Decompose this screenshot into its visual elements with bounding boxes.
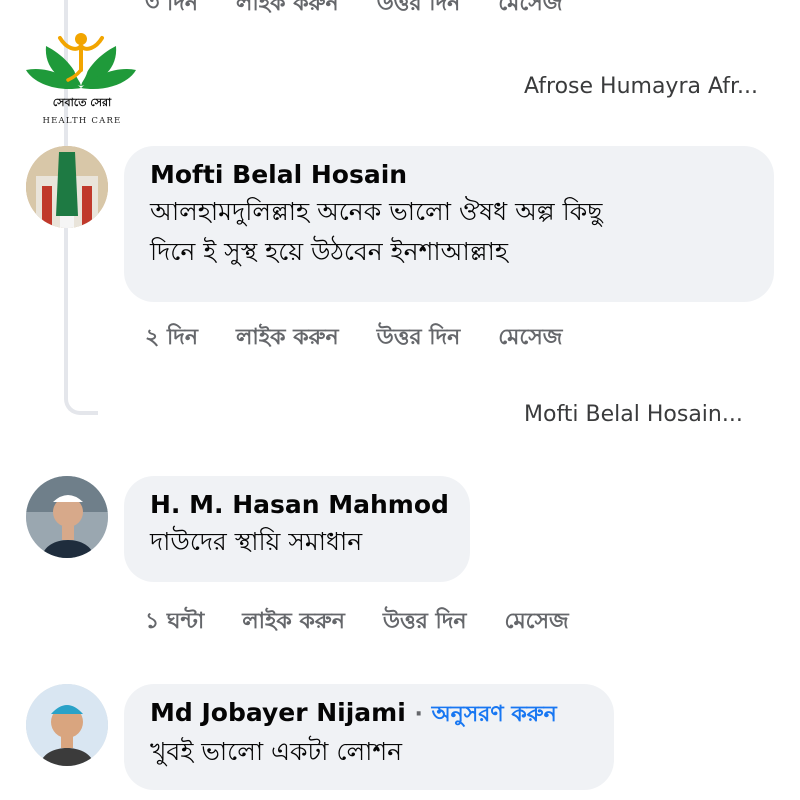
- message-button[interactable]: মেসেজ: [498, 0, 562, 23]
- brand-logo: সেবাতে সেরা HEALTH CARE: [22, 28, 140, 132]
- comment-actions-top: ৩ দিন লাইক করুন উত্তর দিন মেসেজ: [145, 0, 562, 23]
- time-label[interactable]: ২ দিন: [145, 320, 198, 357]
- logo-tagline: সেবাতে সেরা: [52, 96, 112, 109]
- comment-text-line: দিনে ই সুস্থ হয়ে উঠবেন ইনশাআল্লাহ: [150, 237, 508, 266]
- lotus-logo-icon: [26, 33, 136, 90]
- avatar[interactable]: [26, 146, 108, 228]
- comment-author[interactable]: Md Jobayer Nijami: [150, 698, 406, 727]
- time-label[interactable]: ১ ঘন্টা: [145, 604, 204, 641]
- reply-button[interactable]: উত্তর দিন: [377, 320, 461, 357]
- like-button[interactable]: লাইক করুন: [242, 604, 345, 641]
- reply-button[interactable]: উত্তর দিন: [377, 0, 461, 23]
- comment-author[interactable]: Mofti Belal Hosain: [150, 160, 752, 190]
- avatar-photo-icon: [26, 146, 108, 228]
- like-button[interactable]: লাইক করুন: [236, 320, 339, 357]
- like-button[interactable]: লাইক করুন: [236, 0, 339, 23]
- comment-text-line: দাউদের স্থায়ি সমাধান: [150, 527, 363, 556]
- logo-subtitle: HEALTH CARE: [42, 116, 122, 126]
- comment-author-row: Md Jobayer Nijami · অনুসরণ করুন: [150, 698, 592, 730]
- avatar[interactable]: [26, 684, 108, 766]
- message-button[interactable]: মেসেজ: [505, 604, 569, 641]
- comment-text: খুবই ভালো একটা লোশন: [150, 732, 592, 772]
- separator-dot: ·: [414, 702, 423, 727]
- comment-actions: ২ দিন লাইক করুন উত্তর দিন মেসেজ: [145, 320, 562, 357]
- avatar[interactable]: [26, 476, 108, 558]
- avatar-photo-icon: [26, 684, 108, 766]
- comment-text-line: খুবই ভালো একটা লোশন: [150, 737, 403, 766]
- comment-text: দাউদের স্থায়ি সমাধান: [150, 522, 448, 562]
- comment-text: আলহামদুলিল্লাহ অনেক ভালো ঔষধ অল্প কিছু দ…: [150, 192, 752, 272]
- comment-text-line: আলহামদুলিল্লাহ অনেক ভালো ঔষধ অল্প কিছু: [150, 197, 603, 226]
- time-label[interactable]: ৩ দিন: [145, 0, 198, 23]
- view-replies-link[interactable]: Afrose Humayra Afr...: [524, 74, 758, 99]
- message-button[interactable]: মেসেজ: [498, 320, 562, 357]
- comment-bubble: Mofti Belal Hosain আলহামদুলিল্লাহ অনেক ভ…: [124, 146, 774, 302]
- view-replies-link[interactable]: Mofti Belal Hosain...: [524, 402, 743, 427]
- comment-bubble: H. M. Hasan Mahmod দাউদের স্থায়ি সমাধান: [124, 476, 470, 582]
- comment-author[interactable]: H. M. Hasan Mahmod: [150, 490, 449, 520]
- follow-button[interactable]: অনুসরণ করুন: [432, 702, 557, 727]
- avatar-photo-icon: [26, 476, 108, 558]
- reply-button[interactable]: উত্তর দিন: [383, 604, 467, 641]
- comment-actions: ১ ঘন্টা লাইক করুন উত্তর দিন মেসেজ: [145, 604, 569, 641]
- comment-bubble: Md Jobayer Nijami · অনুসরণ করুন খুবই ভাল…: [124, 684, 614, 790]
